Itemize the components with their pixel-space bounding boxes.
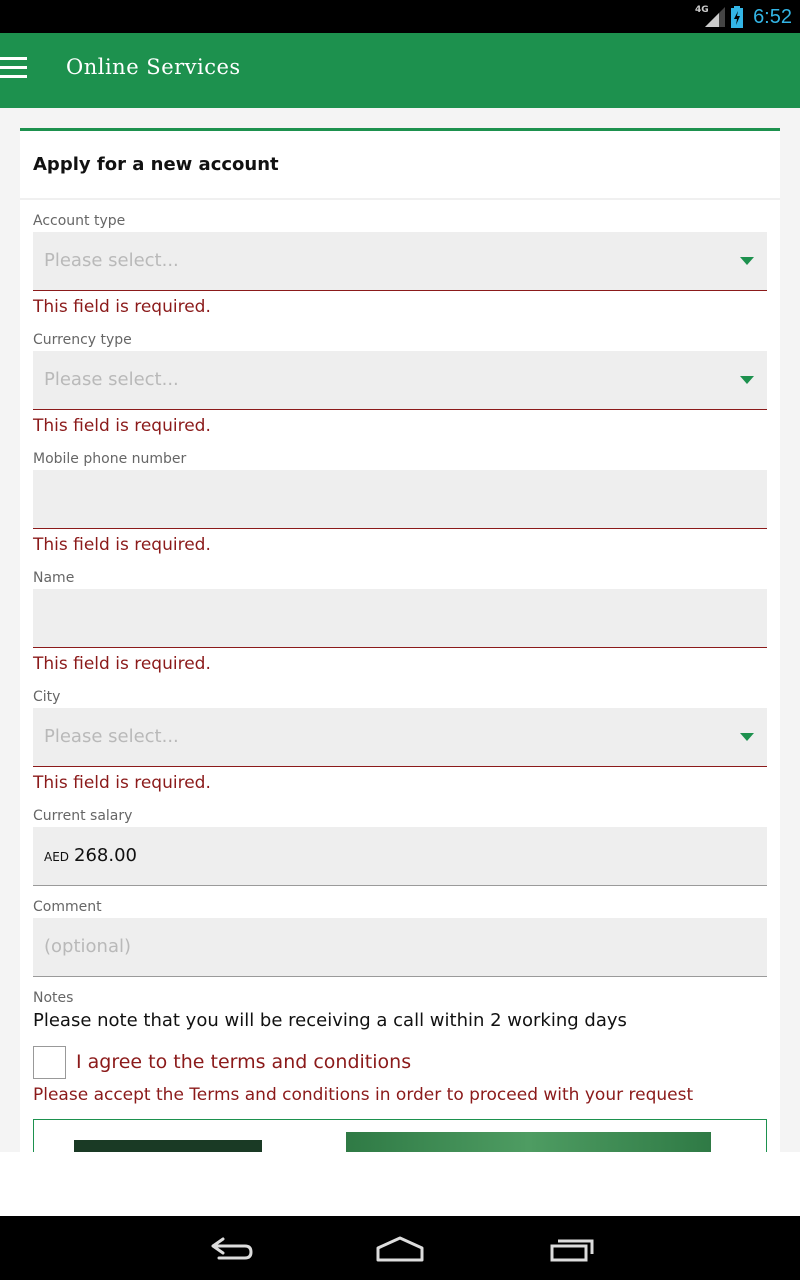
current-salary-input[interactable]: AED 268.00 [33, 827, 767, 886]
system-nav-bar [0, 1216, 800, 1280]
chevron-down-icon [740, 376, 754, 384]
comment-placeholder: (optional) [44, 936, 131, 957]
city-select[interactable]: Please select... [33, 708, 767, 767]
city-error: This field is required. [33, 773, 211, 793]
name-input[interactable] [33, 589, 767, 648]
salary-currency: AED [44, 850, 70, 864]
name-label: Name [33, 570, 75, 586]
terms-checkbox[interactable] [33, 1046, 66, 1079]
status-bar: 4G 6:52 [0, 0, 800, 33]
promo-banner[interactable] [33, 1119, 767, 1152]
clock: 6:52 [753, 5, 792, 28]
app-title: Online Services [66, 55, 241, 79]
notes-label: Notes [33, 990, 74, 1006]
comment-label: Comment [33, 899, 102, 915]
salary-amount: 268.00 [74, 845, 138, 866]
city-label: City [33, 689, 61, 705]
account-type-select[interactable]: Please select... [33, 232, 767, 291]
city-placeholder: Please select... [44, 726, 179, 747]
currency-type-error: This field is required. [33, 416, 211, 436]
currency-type-select[interactable]: Please select... [33, 351, 767, 410]
banner-image-left [74, 1140, 262, 1152]
chevron-down-icon [740, 257, 754, 265]
terms-label[interactable]: I agree to the terms and conditions [76, 1051, 411, 1073]
account-type-label: Account type [33, 213, 126, 229]
current-salary-label: Current salary [33, 808, 133, 824]
battery-charging-icon [731, 6, 744, 28]
terms-error: Please accept the Terms and conditions i… [33, 1085, 694, 1105]
currency-type-placeholder: Please select... [44, 369, 179, 390]
home-icon[interactable] [372, 1232, 428, 1266]
mobile-phone-input[interactable] [33, 470, 767, 529]
name-error: This field is required. [33, 654, 211, 674]
signal-icon [705, 7, 726, 27]
mobile-phone-label: Mobile phone number [33, 451, 187, 467]
comment-input[interactable]: (optional) [33, 918, 767, 977]
card-header: Apply for a new account [20, 131, 780, 200]
hamburger-menu-icon[interactable] [0, 57, 30, 85]
account-type-error: This field is required. [33, 297, 211, 317]
chevron-down-icon [740, 733, 754, 741]
bottom-spacer [0, 1152, 800, 1216]
currency-type-label: Currency type [33, 332, 132, 348]
app-bar: Online Services [0, 33, 800, 108]
notes-text: Please note that you will be receiving a… [33, 1010, 627, 1031]
account-type-placeholder: Please select... [44, 250, 179, 271]
content-area[interactable]: Apply for a new account Account type Ple… [0, 108, 800, 1152]
recent-apps-icon[interactable] [543, 1232, 599, 1266]
mobile-phone-error: This field is required. [33, 535, 211, 555]
application-card: Apply for a new account Account type Ple… [20, 128, 780, 1152]
banner-image-right [346, 1132, 711, 1152]
back-icon[interactable] [202, 1232, 258, 1266]
card-title: Apply for a new account [33, 154, 279, 175]
